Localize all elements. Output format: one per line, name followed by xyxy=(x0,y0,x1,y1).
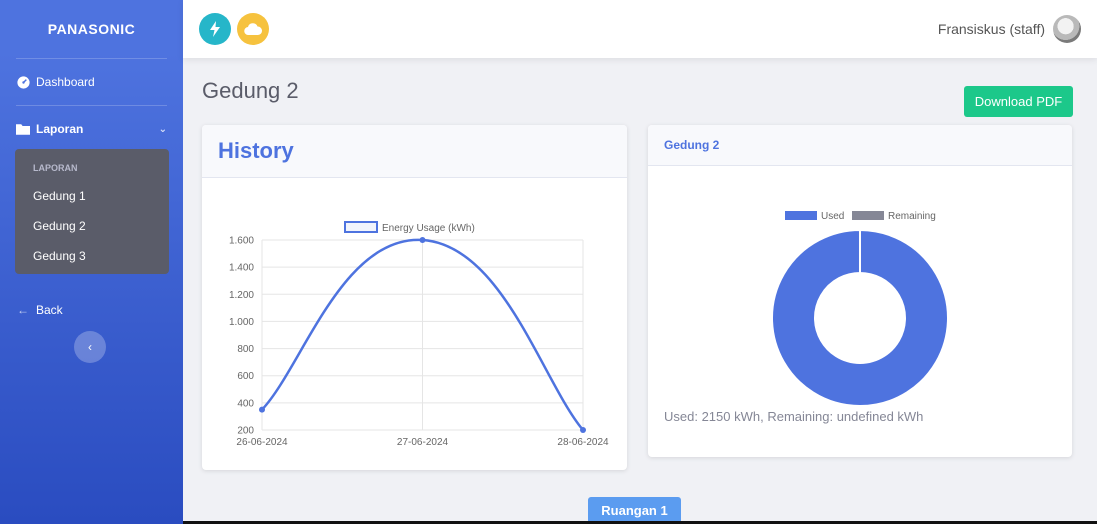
x-tick-label: 26-06-2024 xyxy=(236,437,288,448)
data-point[interactable] xyxy=(580,427,586,433)
history-card: History 1.600 1.400 1.200 1.000 800 600 400 200… xyxy=(202,125,627,470)
y-tick-label: 800 xyxy=(237,344,254,355)
y-tick-label: 1.400 xyxy=(229,263,254,274)
legend-label: Energy Usage (kWh) xyxy=(382,223,475,234)
y-tick-label: 1.200 xyxy=(229,290,254,301)
sidebar-toggle-button[interactable]: ‹ xyxy=(74,331,106,363)
data-point[interactable] xyxy=(259,406,265,413)
gedung-donut-card: Gedung 2 Used Remaining Used: 2150 kWh, R… xyxy=(648,125,1072,457)
chevron-left-icon: ‹ xyxy=(88,340,92,354)
x-tick-label: 27-06-2024 xyxy=(397,437,449,448)
energy-line-chart: 1.600 1.400 1.200 1.000 800 600 400 20026-06-20… xyxy=(229,221,609,448)
download-pdf-button[interactable]: Download PDF xyxy=(964,86,1073,117)
pie-slice[interactable] xyxy=(771,228,949,407)
submenu-item-gedung-1[interactable]: Gedung 1 xyxy=(15,181,169,211)
y-tick-label: 400 xyxy=(237,398,254,409)
brand-logo[interactable]: PANASONIC xyxy=(0,0,183,58)
chevron-down-icon: ⌄ xyxy=(158,123,167,135)
sidebar-item-label: Laporan xyxy=(36,122,84,136)
y-tick-label: 1.600 xyxy=(229,236,254,247)
y-tick-label: 200 xyxy=(237,426,254,437)
sidebar: PANASONIC Dashboard Laporan ⌄ LAPORAN Ge… xyxy=(0,0,183,524)
sidebar-item-laporan[interactable]: Laporan ⌄ xyxy=(0,106,183,152)
sidebar-item-label: Dashboard xyxy=(36,75,95,89)
legend-swatch xyxy=(785,211,817,220)
legend-label: Used xyxy=(821,211,844,222)
data-point[interactable] xyxy=(419,237,426,243)
arrow-left-icon: ← xyxy=(17,303,29,317)
tachometer-icon xyxy=(16,75,30,89)
submenu-item-gedung-3[interactable]: Gedung 3 xyxy=(15,241,169,271)
x-tick-label: 28-06-2024 xyxy=(557,437,609,448)
legend-swatch xyxy=(344,221,378,233)
topbar: Fransiskus (staff) xyxy=(183,0,1097,58)
sidebar-item-label: Back xyxy=(36,303,63,317)
legend-swatch xyxy=(852,211,884,220)
cloud-icon xyxy=(244,23,262,35)
submenu-item-gedung-2[interactable]: Gedung 2 xyxy=(15,211,169,241)
submenu-header: LAPORAN xyxy=(33,163,78,173)
cloud-button[interactable] xyxy=(237,13,269,45)
folder-icon xyxy=(16,122,30,136)
ruangan-1-button[interactable]: Ruangan 1 xyxy=(588,497,681,524)
user-name: Fransiskus (staff) xyxy=(937,21,1045,37)
bolt-button[interactable] xyxy=(199,13,231,45)
page-title: Gedung 2 xyxy=(202,78,299,103)
laporan-submenu: LAPORAN Gedung 1 Gedung 2 Gedung 3 xyxy=(15,149,169,274)
avatar xyxy=(1053,15,1081,43)
usage-caption: Used: 2150 kWh, Remaining: undefined kWh xyxy=(664,409,924,424)
sidebar-item-dashboard[interactable]: Dashboard xyxy=(0,59,183,105)
usage-donut-chart: Used Remaining xyxy=(771,211,949,407)
y-tick-label: 600 xyxy=(237,371,254,382)
y-tick-label: 1.000 xyxy=(229,317,254,328)
user-menu[interactable]: Fransiskus (staff) xyxy=(938,15,1081,43)
bolt-icon xyxy=(210,21,220,37)
sidebar-item-back[interactable]: ← Back xyxy=(0,296,183,324)
legend-label: Remaining xyxy=(888,211,936,222)
